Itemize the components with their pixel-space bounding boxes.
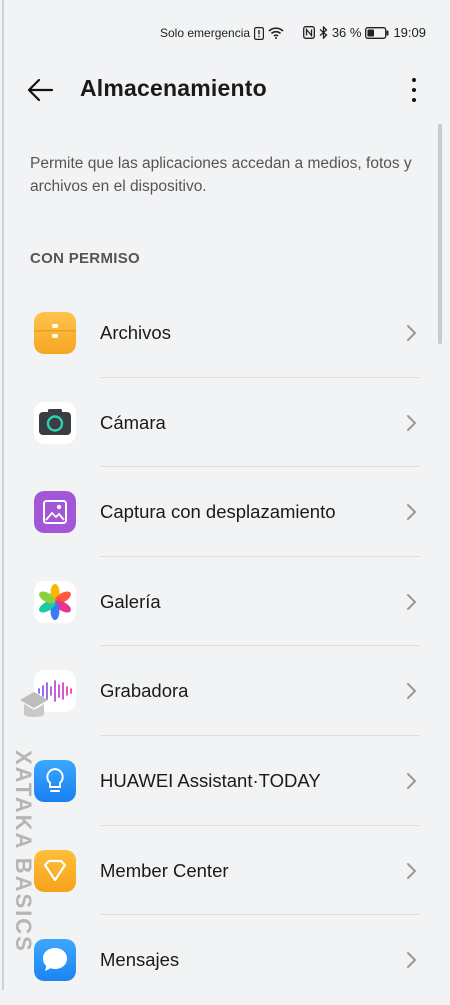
camera-icon bbox=[34, 401, 76, 444]
more-dot-icon bbox=[412, 98, 416, 102]
app-label: Captura con desplazamiento bbox=[100, 501, 336, 523]
battery-icon bbox=[365, 26, 389, 39]
app-label: Grabadora bbox=[100, 680, 189, 702]
list-item-mensajes[interactable]: Mensajes bbox=[0, 915, 450, 1005]
back-arrow-icon bbox=[27, 78, 54, 102]
list-item-captura[interactable]: Captura con desplazamiento bbox=[0, 467, 450, 557]
list-item-grabadora[interactable]: Grabadora bbox=[0, 646, 450, 736]
page-title: Almacenamiento bbox=[80, 75, 267, 101]
chevron-right-icon bbox=[407, 593, 416, 610]
carrier-text: Solo emergencia bbox=[160, 26, 251, 40]
app-label: Archivos bbox=[100, 322, 171, 343]
list-item-archivos[interactable]: Archivos bbox=[0, 288, 450, 378]
nfc-icon bbox=[302, 26, 315, 39]
wifi-icon bbox=[268, 27, 284, 39]
permission-description: Permite que las aplicaciones accedan a m… bbox=[30, 155, 412, 195]
gallery-icon bbox=[34, 580, 76, 623]
scrollshot-icon bbox=[34, 491, 76, 534]
app-label: Member Center bbox=[100, 859, 229, 881]
clock-time: 19:09 bbox=[393, 25, 426, 40]
files-icon bbox=[34, 312, 76, 354]
watermark-logo-icon bbox=[20, 692, 48, 717]
section-header: CON PERMISO bbox=[30, 250, 140, 267]
sim-alert-icon bbox=[254, 26, 265, 40]
more-options-button[interactable] bbox=[404, 72, 424, 108]
app-label: HUAWEI Assistant·TODAY bbox=[100, 769, 321, 791]
more-dot-icon bbox=[412, 78, 416, 82]
chevron-right-icon bbox=[407, 772, 416, 789]
chevron-right-icon bbox=[407, 862, 416, 879]
app-bar: Almacenamiento bbox=[0, 66, 450, 114]
app-label: Galería bbox=[100, 590, 161, 612]
battery-percent: 36 % bbox=[331, 25, 362, 40]
bluetooth-icon bbox=[319, 26, 328, 39]
app-label: Mensajes bbox=[100, 949, 180, 971]
chevron-right-icon bbox=[407, 325, 416, 341]
more-dot-icon bbox=[412, 88, 416, 92]
status-bar: Solo emergencia 36 % 19:09 bbox=[0, 22, 450, 46]
watermark: XATAKA BASICS bbox=[11, 690, 54, 980]
chevron-right-icon bbox=[407, 414, 416, 431]
list-item-camara[interactable]: Cámara bbox=[0, 378, 450, 468]
watermark-text: XATAKA BASICS bbox=[11, 750, 36, 953]
chevron-right-icon bbox=[407, 952, 416, 969]
app-label: Cámara bbox=[100, 411, 166, 433]
list-item-member-center[interactable]: Member Center bbox=[0, 826, 450, 916]
chevron-right-icon bbox=[407, 683, 416, 700]
list-item-galeria[interactable]: Galería bbox=[0, 557, 450, 647]
list-item-huawei-assistant[interactable]: HUAWEI Assistant·TODAY bbox=[0, 736, 450, 826]
app-list: Archivos Cámara Captura con desplazamien… bbox=[0, 288, 450, 1005]
back-button[interactable] bbox=[24, 74, 56, 106]
chevron-right-icon bbox=[407, 504, 416, 521]
